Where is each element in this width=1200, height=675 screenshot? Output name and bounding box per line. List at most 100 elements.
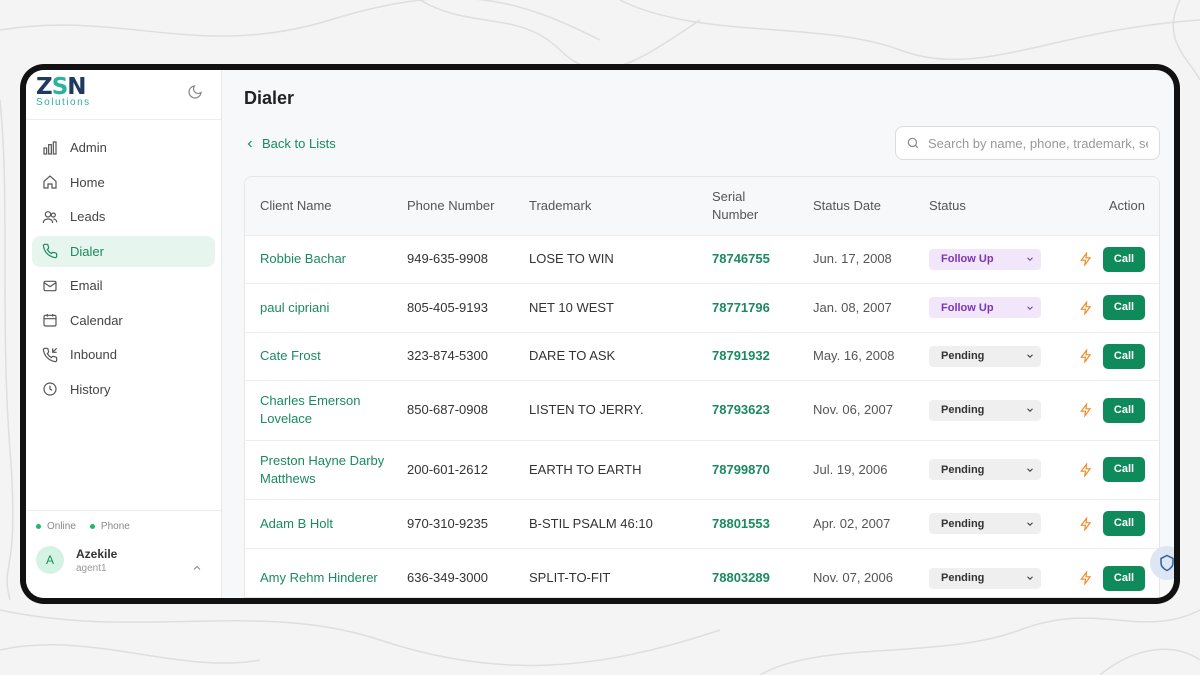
- status-select[interactable]: Pending: [929, 399, 1041, 421]
- lightning-icon[interactable]: [1079, 462, 1093, 477]
- chevron-left-icon: [247, 140, 252, 147]
- status-cell: Pending: [914, 331, 1054, 381]
- trademark: NET 10 WEST: [514, 283, 697, 332]
- lightning-icon[interactable]: [1079, 349, 1093, 364]
- status-select[interactable]: Pending: [929, 513, 1041, 535]
- client-name-link[interactable]: paul cipriani: [245, 283, 392, 332]
- header-status-date: Status Date: [813, 197, 881, 213]
- status-cell: Pending: [914, 547, 1054, 597]
- serial-number-link[interactable]: 78801553: [697, 499, 798, 548]
- lightning-icon[interactable]: [1079, 516, 1093, 531]
- serial-number-link[interactable]: 78771796: [697, 283, 798, 332]
- trademark: EARTH TO EARTH: [514, 439, 697, 500]
- phone-number: 970-310-9235: [392, 499, 514, 548]
- call-button[interactable]: Call: [1103, 295, 1145, 321]
- user-profile[interactable]: A Azekile agent1: [36, 546, 211, 574]
- serial-number-link[interactable]: 78793623: [697, 380, 798, 440]
- chevron-down-icon: [1027, 306, 1033, 310]
- serial-number-link[interactable]: 78746755: [697, 234, 798, 284]
- search-icon: [907, 137, 919, 149]
- call-button[interactable]: Call: [1103, 343, 1145, 369]
- call-button[interactable]: Call: [1103, 511, 1145, 537]
- online-dot-icon: [36, 524, 41, 529]
- trademark: LISTEN TO JERRY.: [514, 380, 697, 440]
- client-name-link[interactable]: Amy Rehm Hinderer: [245, 547, 392, 597]
- sidebar-item-leads[interactable]: Leads: [32, 201, 215, 233]
- call-button[interactable]: Call: [1103, 246, 1145, 272]
- chevron-down-icon: [1027, 576, 1033, 580]
- search-input[interactable]: [928, 135, 1148, 151]
- status-date: Apr. 02, 2007: [798, 499, 914, 548]
- search-box: [895, 126, 1160, 160]
- table-row: Charles Emerson Lovelace 850-687-0908 LIST…: [245, 380, 1159, 440]
- main-content: Dialer Back to Lists Client Name Phone N…: [222, 70, 1174, 598]
- table-row: Amy Rehm Hinderer 636-349-3000 SPLIT-TO-FI…: [245, 547, 1159, 597]
- status-date: Nov. 06, 2007: [798, 380, 914, 440]
- sidebar-item-label: History: [70, 381, 111, 397]
- status-select[interactable]: Follow Up: [929, 297, 1041, 319]
- status-cell: Follow Up: [914, 234, 1054, 284]
- status-value: Follow Up: [941, 301, 994, 314]
- lightning-icon[interactable]: [1079, 300, 1093, 315]
- back-to-lists-link[interactable]: Back to Lists: [244, 136, 336, 151]
- status-select[interactable]: Pending: [929, 459, 1041, 481]
- chevron-down-icon: [1027, 522, 1033, 526]
- sidebar: ZSN Solutions Admin Home Leads Dialer Em…: [26, 70, 222, 598]
- trademark: B-STIL PSALM 46:10: [514, 499, 697, 548]
- call-button[interactable]: Call: [1103, 397, 1145, 423]
- lightning-icon[interactable]: [1079, 571, 1093, 585]
- header-phone-number: Phone Number: [407, 197, 495, 213]
- table-row: Robbie Bachar 949-635-9908 LOSE TO WIN 7874…: [245, 234, 1159, 284]
- sidebar-item-history[interactable]: History: [32, 374, 215, 406]
- status-value: Pending: [941, 572, 985, 584]
- online-status: Online: [36, 521, 76, 532]
- action-cell: Call: [1054, 283, 1159, 332]
- table-body: Robbie Bachar 949-635-9908 LOSE TO WIN 7874…: [245, 234, 1159, 597]
- action-cell: Call: [1054, 380, 1159, 440]
- chevron-down-icon: [1027, 408, 1033, 413]
- status-date: Jan. 08, 2007: [798, 283, 914, 332]
- moon-icon[interactable]: [187, 84, 203, 100]
- sidebar-nav: Admin Home Leads Dialer Email Calendar I…: [26, 120, 221, 405]
- phone-number: 850-687-0908: [392, 380, 514, 440]
- sidebar-footer: Online Phone A Azekile agent1: [26, 510, 221, 598]
- trademark: LOSE TO WIN: [514, 234, 697, 284]
- action-cell: Call: [1054, 331, 1159, 381]
- status-select[interactable]: Pending: [929, 345, 1041, 367]
- sidebar-item-email[interactable]: Email: [32, 270, 215, 302]
- phone-number: 200-601-2612: [392, 439, 514, 500]
- lightning-icon[interactable]: [1079, 403, 1093, 418]
- calendar-icon: [43, 314, 57, 327]
- client-name-link[interactable]: Preston Hayne Darby Matthews: [245, 439, 392, 500]
- sidebar-item-calendar[interactable]: Calendar: [32, 305, 215, 337]
- status-select[interactable]: Pending: [929, 567, 1041, 589]
- sidebar-item-home[interactable]: Home: [32, 167, 215, 199]
- action-cell: Call: [1054, 439, 1159, 500]
- status-cell: Pending: [914, 499, 1054, 548]
- client-name-link[interactable]: Robbie Bachar: [245, 234, 392, 284]
- phone-incoming-icon: [42, 347, 58, 362]
- chevron-down-icon: [1027, 354, 1033, 359]
- sidebar-item-inbound[interactable]: Inbound: [32, 339, 215, 371]
- status-value: Pending: [941, 350, 985, 363]
- lightning-icon[interactable]: [1079, 252, 1093, 267]
- serial-number-link[interactable]: 78791932: [697, 331, 798, 381]
- chevron-up-icon[interactable]: [191, 562, 203, 574]
- status-cell: Follow Up: [914, 283, 1054, 332]
- sidebar-item-label: Calendar: [70, 312, 123, 328]
- sidebar-item-dialer[interactable]: Dialer: [32, 235, 215, 267]
- client-name-link[interactable]: Charles Emerson Lovelace: [245, 380, 392, 440]
- status-select[interactable]: Follow Up: [929, 248, 1041, 270]
- status-value: Follow Up: [941, 253, 994, 266]
- serial-number-link[interactable]: 78799870: [697, 439, 798, 500]
- client-name-link[interactable]: Adam B Holt: [245, 499, 392, 548]
- action-cell: Call: [1054, 547, 1159, 597]
- clock-icon: [43, 382, 57, 396]
- status-value: Pending: [941, 517, 985, 530]
- serial-number-link[interactable]: 78803289: [697, 547, 798, 597]
- call-button[interactable]: Call: [1103, 457, 1145, 483]
- client-name-link[interactable]: Cate Frost: [245, 331, 392, 381]
- call-button[interactable]: Call: [1103, 565, 1145, 591]
- avatar: A: [36, 546, 64, 574]
- sidebar-item-admin[interactable]: Admin: [32, 132, 215, 164]
